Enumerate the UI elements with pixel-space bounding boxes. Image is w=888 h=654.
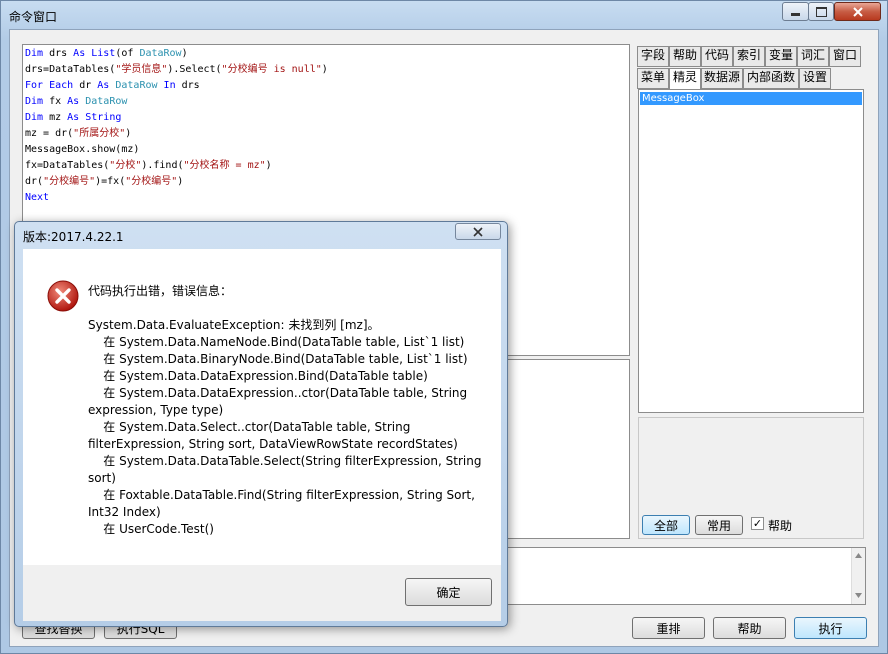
- code-line[interactable]: fx=DataTables("分校").find("分校名称 = mz"): [25, 158, 629, 174]
- code-token: (of: [115, 48, 140, 59]
- code-token: ): [125, 128, 132, 139]
- code-token: "分校编号 is null": [221, 64, 322, 75]
- tab-tabs_row1-2[interactable]: 代码: [701, 46, 733, 67]
- code-token: As: [67, 96, 80, 107]
- minimize-icon: [791, 13, 800, 16]
- code-line[interactable]: mz = dr("所属分校"): [25, 126, 629, 142]
- tab-tabs_row1-1[interactable]: 帮助: [669, 46, 701, 67]
- code-token: drs: [43, 48, 74, 59]
- window-title: 命令窗口: [9, 10, 58, 24]
- code-token: For: [25, 80, 44, 91]
- code-line[interactable]: Dim mz As String: [25, 110, 629, 126]
- code-token: "学员信息": [115, 64, 168, 75]
- code-token: DataRow: [139, 48, 182, 59]
- help-button[interactable]: 帮助: [713, 617, 786, 639]
- code-token: Dim: [25, 48, 44, 59]
- code-token: ): [321, 64, 328, 75]
- code-token: As: [73, 48, 86, 59]
- code-token: MessageBox.show(mz): [25, 144, 140, 155]
- code-token: ): [265, 160, 272, 171]
- code-token: ): [181, 48, 188, 59]
- tab-tabs_row1-5[interactable]: 词汇: [797, 46, 829, 67]
- code-token: String: [85, 112, 122, 123]
- code-token: "所属分校": [73, 128, 126, 139]
- code-token: mz: [43, 112, 68, 123]
- error-icon: [47, 280, 79, 312]
- close-icon: [852, 6, 863, 17]
- scroll-up-icon[interactable]: [855, 553, 862, 558]
- error-message: 代码执行出错，错误信息： System.Data.EvaluateExcepti…: [88, 284, 482, 536]
- dialog-title: 版本:2017.4.22.1: [23, 230, 124, 244]
- tab-tabs_row2-2[interactable]: 数据源: [701, 68, 743, 89]
- error-dialog: 版本:2017.4.22.1 代码执行出错，错误信息： System.Data.…: [14, 221, 508, 627]
- code-line[interactable]: MessageBox.show(mz): [25, 142, 629, 158]
- vertical-scrollbar[interactable]: [851, 548, 865, 604]
- code-token: drs=DataTables(: [25, 64, 116, 75]
- code-token: mz = dr(: [25, 128, 74, 139]
- common-button[interactable]: 常用: [695, 515, 743, 535]
- scroll-down-icon[interactable]: [855, 593, 862, 598]
- code-token: Each: [49, 80, 74, 91]
- maximize-button[interactable]: [808, 2, 834, 21]
- code-token: drs: [175, 80, 200, 91]
- code-line[interactable]: For Each dr As DataRow In drs: [25, 78, 629, 94]
- close-button[interactable]: [834, 2, 881, 21]
- reset-button[interactable]: 重排: [632, 617, 705, 639]
- code-token: fx: [43, 96, 68, 107]
- help-checkbox[interactable]: ✓: [751, 517, 764, 530]
- code-token: In: [163, 80, 176, 91]
- code-token: ): [177, 176, 184, 187]
- tab-tabs_row2-1[interactable]: 精灵: [669, 68, 701, 90]
- code-line[interactable]: Dim fx As DataRow: [25, 94, 629, 110]
- dialog-close-button[interactable]: [455, 223, 501, 240]
- tab-row-1: 字段 帮助 代码 索引 变量 词汇 窗口: [637, 46, 861, 67]
- code-token: As: [67, 112, 80, 123]
- title-bar[interactable]: 命令窗口: [1, 1, 887, 29]
- code-token: "分校编号": [125, 176, 178, 187]
- tab-row-2: 菜单 精灵 数据源 内部函数 设置: [637, 68, 831, 90]
- code-token: dr: [73, 80, 98, 91]
- code-token: DataRow: [85, 96, 128, 107]
- code-line[interactable]: Next: [25, 190, 629, 206]
- wizard-list[interactable]: MessageBox: [638, 89, 864, 413]
- tab-tabs_row2-4[interactable]: 设置: [799, 68, 831, 89]
- close-icon: [473, 226, 483, 237]
- code-token: Next: [25, 192, 50, 203]
- code-token: )=fx(: [95, 176, 126, 187]
- code-line[interactable]: drs=DataTables("学员信息").Select("分校编号 is n…: [25, 62, 629, 78]
- code-token: As: [97, 80, 110, 91]
- code-token: Dim: [25, 96, 44, 107]
- tab-tabs_row2-0[interactable]: 菜单: [637, 68, 669, 89]
- tab-tabs_row2-3[interactable]: 内部函数: [743, 68, 799, 89]
- help-checkbox-label: 帮助: [768, 519, 793, 533]
- minimize-button[interactable]: [782, 2, 809, 21]
- code-token: fx=DataTables(: [25, 160, 110, 171]
- code-token: ).find(: [141, 160, 184, 171]
- code-token: ).Select(: [167, 64, 222, 75]
- code-token: List: [91, 48, 116, 59]
- tab-tabs_row1-6[interactable]: 窗口: [829, 46, 861, 67]
- maximize-icon: [815, 6, 827, 17]
- code-line[interactable]: dr("分校编号")=fx("分校编号"): [25, 174, 629, 190]
- tab-tabs_row1-3[interactable]: 索引: [733, 46, 765, 67]
- code-token: "分校": [109, 160, 142, 171]
- list-item-selected[interactable]: MessageBox: [640, 92, 862, 105]
- tab-tabs_row1-4[interactable]: 变量: [765, 46, 797, 67]
- code-token: "分校编号": [43, 176, 96, 187]
- code-token: "分校名称 = mz": [183, 160, 266, 171]
- code-token: Dim: [25, 112, 44, 123]
- command-window: 命令窗口 Dim drs As List(of DataRow) drs=Data…: [0, 0, 888, 654]
- code-token: dr(: [25, 176, 44, 187]
- code-line[interactable]: Dim drs As List(of DataRow): [25, 46, 629, 62]
- all-button[interactable]: 全部: [642, 515, 690, 535]
- panel-tabs: 字段 帮助 代码 索引 变量 词汇 窗口 菜单 精灵 数据源 内部函数 设置: [637, 46, 867, 90]
- code-token: DataRow: [115, 80, 158, 91]
- tab-tabs_row1-0[interactable]: 字段: [637, 46, 669, 67]
- run-button[interactable]: 执行: [794, 617, 867, 639]
- ok-button[interactable]: 确定: [405, 578, 492, 606]
